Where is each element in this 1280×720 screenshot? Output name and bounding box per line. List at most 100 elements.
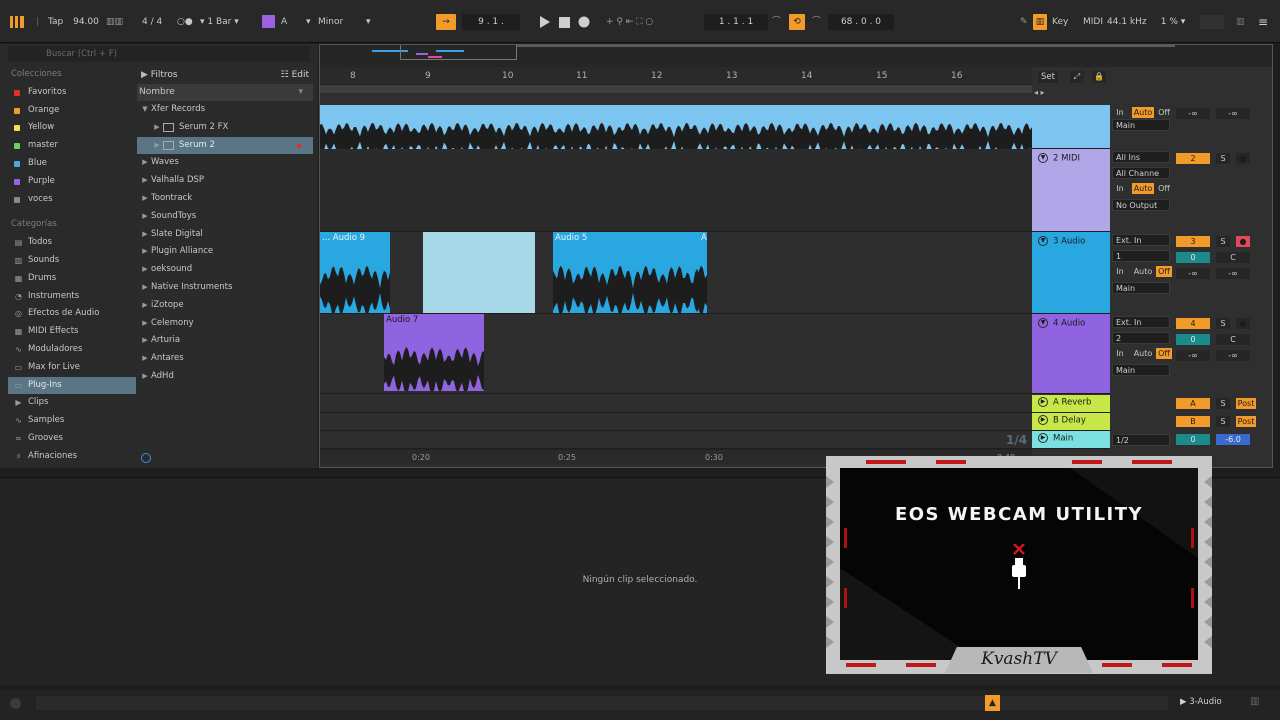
monitor-in-button[interactable]: In [1112, 183, 1128, 194]
expand-arrow-icon[interactable]: ▶ [141, 297, 149, 315]
loop-start[interactable]: 1 . 1 . 1 [704, 14, 768, 30]
track-activator[interactable]: 3 [1176, 236, 1210, 247]
overview-viewport[interactable] [400, 45, 517, 60]
audio-clip[interactable] [423, 232, 535, 313]
category-item[interactable]: ∿ Moduladores [8, 341, 136, 359]
expand-arrow-icon[interactable]: ▼ [141, 101, 149, 119]
info-toggle-icon[interactable] [10, 698, 21, 709]
monitor-off-button[interactable]: Off [1156, 266, 1172, 277]
expand-arrow-icon[interactable]: ▶ [153, 119, 161, 137]
track-lane[interactable] [320, 149, 1032, 232]
track-header[interactable]: ▼ 4 Audio [1032, 314, 1110, 394]
category-item[interactable]: ▭ Plug-Ins [8, 376, 136, 395]
edit-button[interactable]: ☷ Edit [281, 66, 309, 84]
main-header[interactable]: ▶ Main [1032, 431, 1110, 449]
return-header[interactable]: ▶ B Delay [1032, 413, 1110, 431]
volume-right[interactable]: -∞ [1216, 350, 1250, 361]
solo-button[interactable]: S [1216, 318, 1230, 329]
browser-search[interactable]: Buscar (Ctrl + F) [8, 46, 310, 62]
menu-icon[interactable]: ≡ [1258, 14, 1268, 30]
expand-arrow-icon[interactable]: ▶ [141, 172, 149, 190]
collection-item[interactable]: master [8, 137, 136, 155]
name-column-header[interactable]: Nombre ▾ [137, 84, 313, 101]
category-item[interactable]: ▦ MIDI Effects [8, 323, 136, 341]
zoom-indicator[interactable]: 1/4 [1006, 433, 1027, 447]
record-arm-button[interactable]: ● [1236, 318, 1250, 329]
collection-item[interactable]: Purple [8, 173, 136, 191]
track-activator[interactable]: 4 [1176, 318, 1210, 329]
expand-arrow-icon[interactable]: ▶ [141, 243, 149, 261]
key-root-dropdown-icon[interactable]: ▾ [306, 14, 311, 30]
punch-out-icon[interactable]: ⌒ [812, 14, 821, 30]
expand-arrow-icon[interactable]: ▶ [141, 368, 149, 386]
monitor-auto-button[interactable]: Auto [1132, 183, 1154, 194]
record-icon[interactable] [577, 15, 591, 29]
warning-icon[interactable]: ▲ [985, 695, 1000, 711]
collection-item[interactable]: Yellow [8, 119, 136, 137]
expand-arrow-icon[interactable]: ▶ [141, 332, 149, 350]
collection-item[interactable]: Blue [8, 155, 136, 173]
solo-button[interactable]: S [1216, 236, 1230, 247]
volume-right[interactable]: -∞ [1216, 108, 1250, 119]
category-item[interactable]: ♯ Afinaciones [8, 448, 136, 466]
category-item[interactable]: ▭ Max for Live [8, 359, 136, 377]
play-icon[interactable] [538, 15, 552, 29]
expand-icon[interactable]: ⤢ [1070, 71, 1084, 83]
main-volume[interactable]: -6.0 [1216, 434, 1250, 445]
tempo-field[interactable]: 94.00 [70, 14, 102, 30]
collection-item[interactable]: Orange [8, 102, 136, 120]
input-type-select[interactable]: Ext. In [1112, 234, 1170, 246]
file-item[interactable]: ▶ Slate Digital [137, 226, 313, 244]
file-item[interactable]: ▶ Waves [137, 154, 313, 172]
category-item[interactable]: ≈ Grooves [8, 430, 136, 448]
expand-arrow-icon[interactable]: ▶ [141, 350, 149, 368]
expand-arrow-icon[interactable]: ▶ [141, 208, 149, 226]
file-item[interactable]: ▶ SoundToys [137, 208, 313, 226]
selected-track-label[interactable]: ▶ 3-Audio [1180, 697, 1222, 707]
solo-button[interactable]: S [1216, 153, 1230, 164]
return-fold-icon[interactable]: ▶ [1038, 415, 1048, 425]
return-lane[interactable] [320, 395, 1032, 413]
send-knob[interactable]: 0 [1176, 334, 1210, 345]
return-fold-icon[interactable]: ▶ [1038, 397, 1048, 407]
monitor-auto-button[interactable]: Auto [1132, 266, 1154, 277]
audio-clip[interactable]: A [699, 232, 707, 313]
quantize-dropdown[interactable]: ▾ 1 Bar ▾ [200, 14, 239, 30]
expand-arrow-icon[interactable]: ▶ [141, 315, 149, 333]
midi-arm-icon[interactable]: ● [1236, 153, 1250, 164]
monitor-off-button[interactable]: Off [1156, 107, 1172, 118]
main-lane[interactable] [320, 431, 1032, 449]
file-item[interactable]: ▶ Serum 2 FX [137, 119, 313, 137]
audio-clip[interactable] [320, 105, 1032, 149]
main-fold-icon[interactable]: ▶ [1038, 433, 1048, 443]
punch-in-icon[interactable]: ⌒ [772, 14, 781, 30]
return-activator[interactable]: B [1176, 416, 1210, 427]
send-knob[interactable]: 0 [1176, 252, 1210, 263]
midi-map-label[interactable]: MIDI [1083, 14, 1103, 30]
collection-item[interactable]: voces [8, 191, 136, 209]
file-item[interactable]: ▶ Toontrack [137, 190, 313, 208]
return-lane[interactable] [320, 413, 1032, 431]
track-activator[interactable]: 2 [1176, 153, 1210, 164]
key-root[interactable]: A [281, 14, 287, 30]
expand-arrow-icon[interactable]: ▶ [141, 190, 149, 208]
loop-toggle[interactable]: ⟲ [789, 14, 805, 30]
track-header[interactable] [1032, 105, 1110, 149]
input-type-select[interactable]: Ext. In [1112, 316, 1170, 328]
key-map-label[interactable]: Key [1052, 14, 1068, 30]
lock-icon[interactable]: 🔒 [1092, 71, 1106, 83]
follow-button[interactable]: → [436, 14, 456, 30]
main-send[interactable]: 0 [1176, 434, 1210, 445]
beat-time-ruler[interactable]: 8 9 10 11 12 13 14 15 16 [320, 67, 1032, 85]
monitor-in-button[interactable]: In [1112, 266, 1128, 277]
file-item[interactable]: ▼ Xfer Records [137, 101, 313, 119]
monitor-auto-button[interactable]: Auto [1132, 348, 1154, 359]
output-select[interactable]: Main [1112, 282, 1170, 294]
file-item[interactable]: ▶ Native Instruments [137, 279, 313, 297]
audio-clip[interactable]: Audio 7 [384, 314, 484, 391]
volume-right[interactable]: -∞ [1216, 268, 1250, 279]
category-item[interactable]: ▥ Sounds [8, 252, 136, 270]
category-item[interactable]: ∿ Samples [8, 412, 136, 430]
pan-knob[interactable]: C [1216, 252, 1250, 263]
return-header[interactable]: ▶ A Reverb [1032, 395, 1110, 413]
